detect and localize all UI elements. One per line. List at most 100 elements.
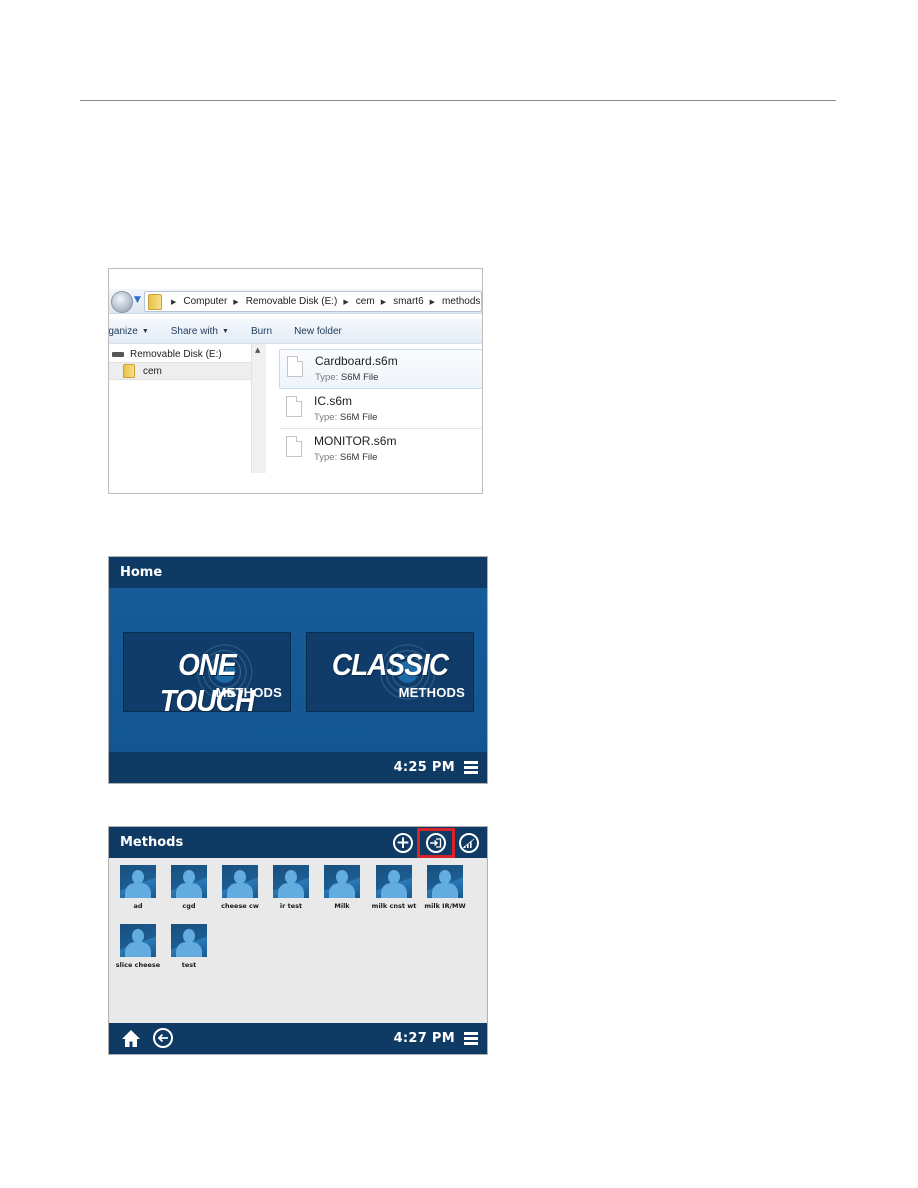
dropdown-arrow-icon[interactable]: ▼ [134,295,141,305]
file-type-label: Type: [314,452,338,463]
method-item[interactable]: milk IR/MW [421,865,469,910]
home-icon[interactable] [121,1029,141,1048]
method-item[interactable]: ir test [267,865,315,910]
file-name: MONITOR.s6m [314,434,397,448]
file-type-value: S6M File [340,372,379,383]
home-header: Home [109,557,487,588]
methods-header: Methods + [109,827,487,858]
caret-down-icon: ▼ [141,327,149,335]
method-avatar-icon [273,865,309,898]
signal-bars-glyph-icon [463,838,475,848]
page-divider [80,100,836,101]
file-type: Type: S6M File [315,372,378,383]
document-icon [286,436,302,457]
method-label: Milk [334,902,350,910]
breadcrumb-item[interactable]: smart6 [393,296,424,307]
method-item[interactable]: slice cheese [114,924,162,969]
file-list: Cardboard.s6m Type: S6M File IC.s6m Type… [279,349,482,469]
tile-subtitle: METHODS [215,685,282,700]
folder-icon [148,293,162,310]
method-label: milk cnst wt [371,902,417,910]
breadcrumb-item[interactable]: Computer [183,296,227,307]
share-with-label: Share with [170,325,218,337]
file-item[interactable]: MONITOR.s6m Type: S6M File [279,430,482,468]
folder-icon [123,364,135,378]
file-name: IC.s6m [314,394,353,408]
method-item[interactable]: milk cnst wt [370,865,418,910]
breadcrumb-separator-icon: ▶ [343,298,349,306]
caret-down-icon: ▼ [222,327,229,335]
nav-item-removable-disk[interactable]: Removable Disk (E:) [109,346,251,362]
clock: 4:27 PM [393,1031,455,1046]
screen-title: Methods [120,835,184,850]
method-label: milk IR/MW [424,902,466,910]
tile-subtitle: METHODS [398,685,465,700]
back-arrow-icon[interactable] [153,1028,173,1048]
tile-title: ONE TOUCH [159,647,255,712]
home-footer: 4:25 PM [109,752,487,783]
burn-button[interactable]: Burn [251,326,272,337]
method-avatar-icon [120,924,156,957]
method-label: test [181,961,197,969]
method-item[interactable]: test [165,924,213,969]
method-avatar-icon [120,865,156,898]
method-avatar-icon [376,865,412,898]
one-touch-methods-tile[interactable]: ONE TOUCH METHODS [123,632,291,712]
method-label: cheese cw [221,902,259,910]
method-avatar-icon [324,865,360,898]
method-label: ad [133,902,143,910]
share-with-button[interactable]: Share with ▼ [171,326,229,337]
address-bar-area: ▼ ▶ Computer ▶ Removable Disk (E:) ▶ cem… [109,289,482,314]
file-type-value: S6M File [339,452,378,463]
nav-item-cem[interactable]: cem [109,362,251,380]
import-glyph-icon [430,838,442,848]
home-screen-screenshot: Home ONE TOUCH METHODS CLASSIC METHODS 4… [108,556,488,784]
menu-icon[interactable] [464,761,478,774]
method-item[interactable]: cheese cw [216,865,264,910]
header-actions: + [385,828,479,858]
document-icon [287,356,303,377]
file-type-label: Type: [315,372,339,383]
file-type: Type: S6M File [314,452,377,463]
breadcrumb-item[interactable]: Removable Disk (E:) [246,296,338,307]
breadcrumb-item[interactable]: methods [442,296,480,307]
file-name: Cardboard.s6m [315,354,398,368]
back-orb-icon[interactable] [111,291,133,313]
nav-scrollbar[interactable]: ▲ [251,344,266,473]
breadcrumb: ▶ Computer ▶ Removable Disk (E:) ▶ cem ▶… [168,296,480,307]
arrow-left-glyph-icon [157,1033,168,1043]
method-avatar-icon [171,865,207,898]
nav-item-label: Removable Disk (E:) [130,348,222,360]
breadcrumb-separator-icon: ▶ [380,298,387,306]
method-label: slice cheese [115,961,161,969]
menu-icon[interactable] [464,1032,478,1045]
breadcrumb-separator-icon: ▶ [233,298,239,306]
clock: 4:25 PM [393,760,455,775]
breadcrumb-separator-icon: ▶ [171,298,177,306]
methods-screen-screenshot: Methods + ad cgd cheese cw ir test Milk … [108,826,488,1055]
analytics-icon[interactable] [459,833,479,853]
method-item[interactable]: Milk [318,865,366,910]
file-item[interactable]: Cardboard.s6m Type: S6M File [279,349,482,389]
organize-label: rganize [108,325,138,337]
screen-title: Home [120,565,163,580]
explorer-bottom-area [109,473,482,493]
scroll-up-icon[interactable]: ▲ [255,346,260,354]
methods-footer: 4:27 PM [109,1023,487,1054]
file-type-value: S6M File [339,412,378,423]
add-icon[interactable]: + [393,833,413,853]
organize-button[interactable]: rganize ▼ [108,325,149,337]
new-folder-button[interactable]: New folder [294,326,342,337]
document-icon [286,396,302,417]
method-avatar-icon [427,865,463,898]
nav-item-label: cem [143,365,162,377]
method-item[interactable]: ad [114,865,162,910]
method-item[interactable]: cgd [165,865,213,910]
breadcrumb-item[interactable]: cem [356,296,375,307]
method-avatar-icon [222,865,258,898]
file-type-label: Type: [314,412,338,423]
address-bar[interactable]: ▶ Computer ▶ Removable Disk (E:) ▶ cem ▶… [144,291,482,312]
file-item[interactable]: IC.s6m Type: S6M File [279,390,482,429]
import-icon[interactable] [426,833,446,853]
classic-methods-tile[interactable]: CLASSIC METHODS [306,632,474,712]
